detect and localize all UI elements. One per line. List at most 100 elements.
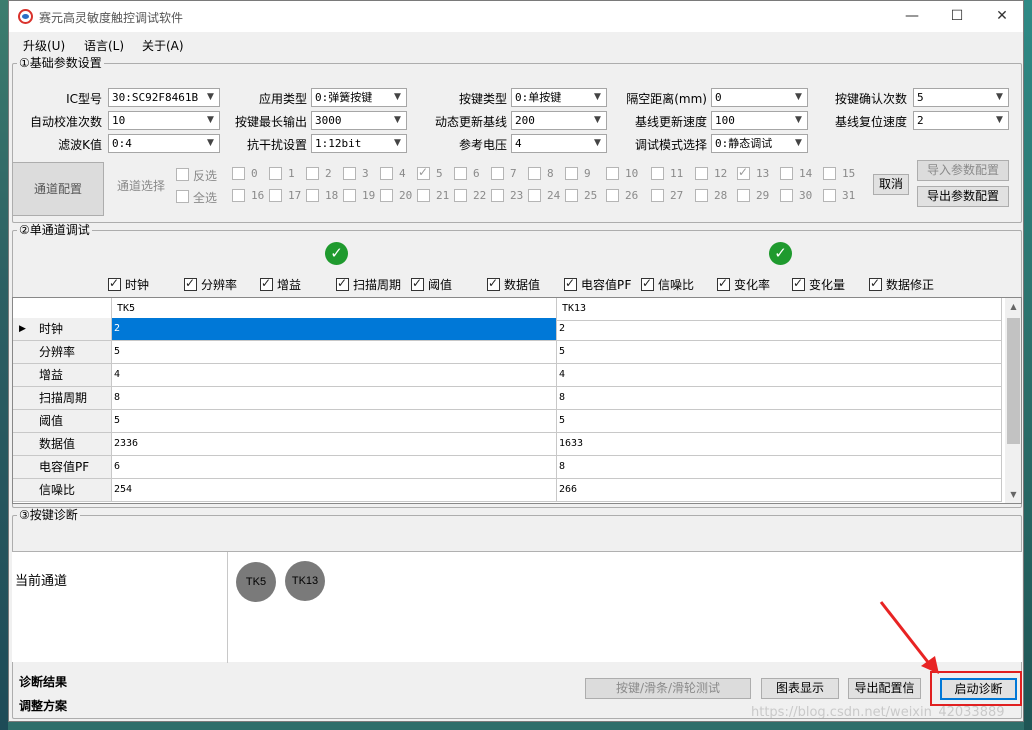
channel-checkbox-14[interactable] [780, 167, 793, 180]
param-checkbox-8[interactable] [717, 276, 730, 291]
channel-checkbox-4[interactable] [380, 167, 393, 180]
baseline-reset-select[interactable]: 2 ▼ [913, 111, 1009, 130]
param-checkbox-6[interactable] [564, 276, 577, 291]
air-gap-select[interactable]: 0 ▼ [711, 88, 808, 107]
key-slider-wheel-test-button[interactable]: 按键/滑条/滑轮测试 [585, 678, 751, 699]
param-checkbox-5[interactable] [487, 276, 500, 291]
channel-tk13-indicator[interactable]: TK13 [285, 561, 325, 601]
table-row[interactable]: 分辨率 5 5 [13, 341, 1005, 364]
table-row[interactable]: 电容值PF 6 8 [13, 456, 1005, 479]
channel-checkbox-31[interactable] [823, 189, 836, 202]
scroll-down-icon[interactable]: ▼ [1005, 486, 1021, 503]
channel-checkbox-9[interactable] [565, 167, 578, 180]
channel-checkbox-21[interactable] [417, 189, 430, 202]
table-cell[interactable]: 266 [557, 479, 1002, 502]
channel-checkbox-12[interactable] [695, 167, 708, 180]
table-cell[interactable]: 8 [112, 387, 557, 410]
table-cell[interactable]: 2336 [112, 433, 557, 456]
export-config-info-button[interactable]: 导出配置信 [848, 678, 921, 699]
table-row[interactable]: 数据值 2336 1633 [13, 433, 1005, 456]
channel-checkbox-7[interactable] [491, 167, 504, 180]
close-button[interactable]: ✕ [979, 1, 1025, 32]
param-checkbox-0[interactable] [108, 276, 121, 291]
key-type-select[interactable]: 0:单按键 ▼ [511, 88, 607, 107]
table-cell[interactable]: 2 [557, 318, 1002, 341]
channel-checkbox-13[interactable] [737, 165, 750, 180]
table-cell[interactable]: 5 [557, 341, 1002, 364]
channel-checkbox-24[interactable] [528, 189, 541, 202]
invert-checkbox[interactable] [176, 168, 189, 181]
key-max-output-select[interactable]: 3000 ▼ [311, 111, 407, 130]
channel-checkbox-17[interactable] [269, 189, 282, 202]
channel-checkbox-15[interactable] [823, 167, 836, 180]
channel-checkbox-28[interactable] [695, 189, 708, 202]
table-cell[interactable]: 4 [557, 364, 1002, 387]
param-checkbox-1[interactable] [184, 276, 197, 291]
param-checkbox-2[interactable] [260, 276, 273, 291]
channel-checkbox-26[interactable] [606, 189, 619, 202]
table-cell[interactable]: 8 [557, 387, 1002, 410]
param-checkbox-3[interactable] [336, 276, 349, 291]
menu-language[interactable]: 语言(L) [84, 37, 124, 54]
ic-model-select[interactable]: 30:SC92F8461B ▼ [108, 88, 220, 107]
channel-checkbox-23[interactable] [491, 189, 504, 202]
channel-checkbox-0[interactable] [232, 167, 245, 180]
param-checkbox-10[interactable] [869, 276, 882, 291]
param-checkbox-9[interactable] [792, 276, 805, 291]
table-row[interactable]: 阈值 5 5 [13, 410, 1005, 433]
table-row[interactable]: 增益 4 4 [13, 364, 1005, 387]
channel-checkbox-6[interactable] [454, 167, 467, 180]
menu-about[interactable]: 关于(A) [142, 37, 184, 54]
anti-interference-select[interactable]: 1:12bit ▼ [311, 134, 407, 153]
table-cell[interactable]: 8 [557, 456, 1002, 479]
auto-calib-select[interactable]: 10 ▼ [108, 111, 220, 130]
dynamic-baseline-select[interactable]: 200 ▼ [511, 111, 607, 130]
minimize-button[interactable]: — [889, 1, 935, 32]
baseline-speed-select[interactable]: 100 ▼ [711, 111, 808, 130]
channel-checkbox-11[interactable] [651, 167, 664, 180]
table-cell[interactable]: 254 [112, 479, 557, 502]
channel-config-button[interactable]: 通道配置 [12, 162, 104, 216]
menu-upgrade[interactable]: 升级(U) [23, 37, 65, 54]
channel-checkbox-18[interactable] [306, 189, 319, 202]
channel-checkbox-29[interactable] [737, 189, 750, 202]
param-checkbox-7[interactable] [641, 276, 654, 291]
channel-checkbox-3[interactable] [343, 167, 356, 180]
debug-mode-select[interactable]: 0:静态调试 ▼ [711, 134, 808, 153]
channel-tk5-indicator[interactable]: TK5 [236, 562, 276, 602]
channel-checkbox-16[interactable] [232, 189, 245, 202]
select-all-checkbox[interactable] [176, 190, 189, 203]
channel-checkbox-5[interactable] [417, 165, 430, 180]
table-cell[interactable]: 5 [112, 410, 557, 433]
channel-checkbox-20[interactable] [380, 189, 393, 202]
channel-checkbox-27[interactable] [651, 189, 664, 202]
table-cell[interactable]: 4 [112, 364, 557, 387]
table-cell[interactable]: 5 [557, 410, 1002, 433]
table-row[interactable]: 信噪比 254 266 [13, 479, 1005, 502]
filter-k-select[interactable]: 0:4 ▼ [108, 134, 220, 153]
channel-checkbox-2[interactable] [306, 167, 319, 180]
table-row[interactable]: ▶ 时钟 2 2 [13, 318, 1005, 341]
grid-scrollbar[interactable]: ▲ ▼ [1005, 298, 1021, 503]
channel-checkbox-8[interactable] [528, 167, 541, 180]
maximize-button[interactable]: ☐ [934, 1, 980, 32]
channel-checkbox-19[interactable] [343, 189, 356, 202]
table-cell[interactable]: 5 [112, 341, 557, 364]
table-cell[interactable]: 2 [112, 318, 557, 341]
chart-display-button[interactable]: 图表显示 [761, 678, 839, 699]
scrollbar-thumb[interactable] [1007, 318, 1020, 444]
channel-checkbox-22[interactable] [454, 189, 467, 202]
export-config-button[interactable]: 导出参数配置 [917, 186, 1009, 207]
scroll-up-icon[interactable]: ▲ [1005, 298, 1021, 315]
channel-checkbox-25[interactable] [565, 189, 578, 202]
table-cell[interactable]: 1633 [557, 433, 1002, 456]
channel-checkbox-1[interactable] [269, 167, 282, 180]
table-cell[interactable]: 6 [112, 456, 557, 479]
app-type-select[interactable]: 0:弹簧按键 ▼ [311, 88, 407, 107]
channel-checkbox-30[interactable] [780, 189, 793, 202]
import-config-button[interactable]: 导入参数配置 [917, 160, 1009, 181]
param-checkbox-4[interactable] [411, 276, 424, 291]
key-confirm-select[interactable]: 5 ▼ [913, 88, 1009, 107]
cancel-button[interactable]: 取消 [873, 174, 909, 195]
ref-voltage-select[interactable]: 4 ▼ [511, 134, 607, 153]
